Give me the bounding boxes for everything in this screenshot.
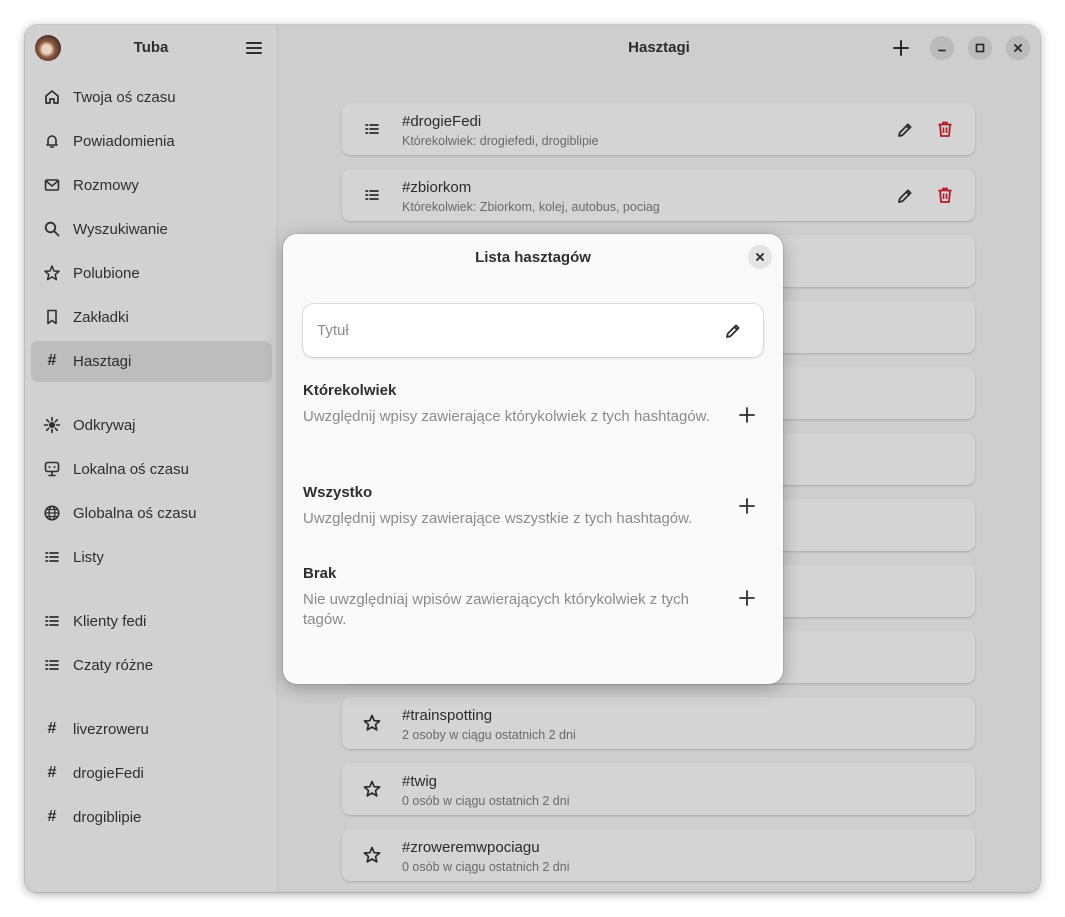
sidebar-item-label: Zakładki bbox=[73, 309, 129, 326]
sidebar-item-label: Powiadomienia bbox=[73, 133, 175, 150]
sidebar-item-list-fedi-clients[interactable]: Klienty fedi bbox=[31, 601, 272, 642]
title-input[interactable] bbox=[317, 320, 697, 340]
sidebar-item-label: Klienty fedi bbox=[73, 613, 147, 630]
sidebar-item-label: Polubione bbox=[73, 265, 140, 282]
hashtag-list-dialog: Lista hasztagów Którekolwiek Uwzględnij … bbox=[283, 234, 783, 684]
sidebar-item-lists[interactable]: Listy bbox=[31, 537, 272, 578]
sidebar-item-favourites[interactable]: Polubione bbox=[31, 253, 272, 294]
mail-icon bbox=[43, 176, 61, 194]
section-none-description: Nie uwzględniaj wpisów zawierających któ… bbox=[303, 591, 689, 628]
sidebar-item-local-timeline[interactable]: Lokalna oś czasu bbox=[31, 449, 272, 490]
bell-icon bbox=[43, 132, 61, 150]
globe-icon bbox=[43, 504, 61, 522]
search-icon bbox=[43, 220, 61, 238]
sidebar-item-tag-livezroweru[interactable]: # livezroweru bbox=[31, 709, 272, 750]
add-icon[interactable] bbox=[736, 495, 758, 517]
sidebar-item-label: Lokalna oś czasu bbox=[73, 461, 189, 478]
section-all-description: Uwzględnij wpisy zawierające wszystkie z… bbox=[303, 510, 693, 527]
app-title: Tuba bbox=[133, 39, 169, 56]
sidebar-item-notifications[interactable]: Powiadomienia bbox=[31, 121, 272, 162]
hashtag-icon: # bbox=[47, 352, 57, 369]
list-icon bbox=[43, 548, 61, 566]
close-icon[interactable] bbox=[748, 245, 772, 269]
explore-icon bbox=[43, 416, 61, 434]
list-icon bbox=[43, 612, 61, 630]
sidebar-item-label: Wyszukiwanie bbox=[73, 221, 168, 238]
section-any-title: Którekolwiek bbox=[303, 382, 397, 399]
sidebar-item-label: Globalna oś czasu bbox=[73, 505, 197, 522]
star-icon bbox=[43, 264, 61, 282]
sidebar-item-list-chats[interactable]: Czaty różne bbox=[31, 645, 272, 686]
sidebar-header: Tuba bbox=[25, 25, 277, 71]
sidebar-item-label: Twoja oś czasu bbox=[73, 89, 176, 106]
sidebar-item-hashtags[interactable]: # Hasztagi bbox=[31, 341, 272, 382]
hashtag-icon: # bbox=[47, 764, 57, 781]
sidebar-item-label: livezroweru bbox=[73, 721, 149, 738]
sidebar-item-global-timeline[interactable]: Globalna oś czasu bbox=[31, 493, 272, 534]
sidebar-item-conversations[interactable]: Rozmowy bbox=[31, 165, 272, 206]
title-entry-row bbox=[303, 304, 763, 357]
sidebar-item-label: Hasztagi bbox=[73, 353, 132, 370]
section-all-title: Wszystko bbox=[303, 484, 373, 501]
section-none-title: Brak bbox=[303, 565, 337, 582]
hashtag-icon: # bbox=[47, 808, 57, 825]
add-icon[interactable] bbox=[736, 404, 758, 426]
sidebar-item-explore[interactable]: Odkrywaj bbox=[31, 405, 272, 446]
sidebar-item-home[interactable]: Twoja oś czasu bbox=[31, 77, 272, 118]
app-window: Tuba Twoja oś czasu Powiadomienia Rozmow… bbox=[25, 25, 1040, 892]
sidebar: Tuba Twoja oś czasu Powiadomienia Rozmow… bbox=[25, 25, 278, 892]
home-icon bbox=[43, 88, 61, 106]
sidebar-item-label: Listy bbox=[73, 549, 104, 566]
hashtag-icon: # bbox=[47, 720, 57, 737]
dialog-title: Lista hasztagów bbox=[475, 249, 591, 266]
local-timeline-icon bbox=[43, 460, 61, 478]
sidebar-item-search[interactable]: Wyszukiwanie bbox=[31, 209, 272, 250]
sidebar-item-tag-drogiblipie[interactable]: # drogiblipie bbox=[31, 797, 272, 838]
pencil-icon[interactable] bbox=[723, 321, 743, 341]
bookmark-icon bbox=[43, 308, 61, 326]
sidebar-item-label: Czaty różne bbox=[73, 657, 154, 674]
sidebar-item-label: Odkrywaj bbox=[73, 417, 136, 434]
sidebar-item-tag-drogiefedi[interactable]: # drogieFedi bbox=[31, 753, 272, 794]
sidebar-item-bookmarks[interactable]: Zakładki bbox=[31, 297, 272, 338]
sidebar-item-label: drogiblipie bbox=[73, 809, 142, 826]
hamburger-menu-icon[interactable] bbox=[244, 38, 264, 58]
sidebar-item-label: Rozmowy bbox=[73, 177, 139, 194]
list-icon bbox=[43, 656, 61, 674]
sidebar-item-label: drogieFedi bbox=[73, 765, 144, 782]
section-any-description: Uwzględnij wpisy zawierające którykolwie… bbox=[303, 408, 710, 425]
add-icon[interactable] bbox=[736, 587, 758, 609]
